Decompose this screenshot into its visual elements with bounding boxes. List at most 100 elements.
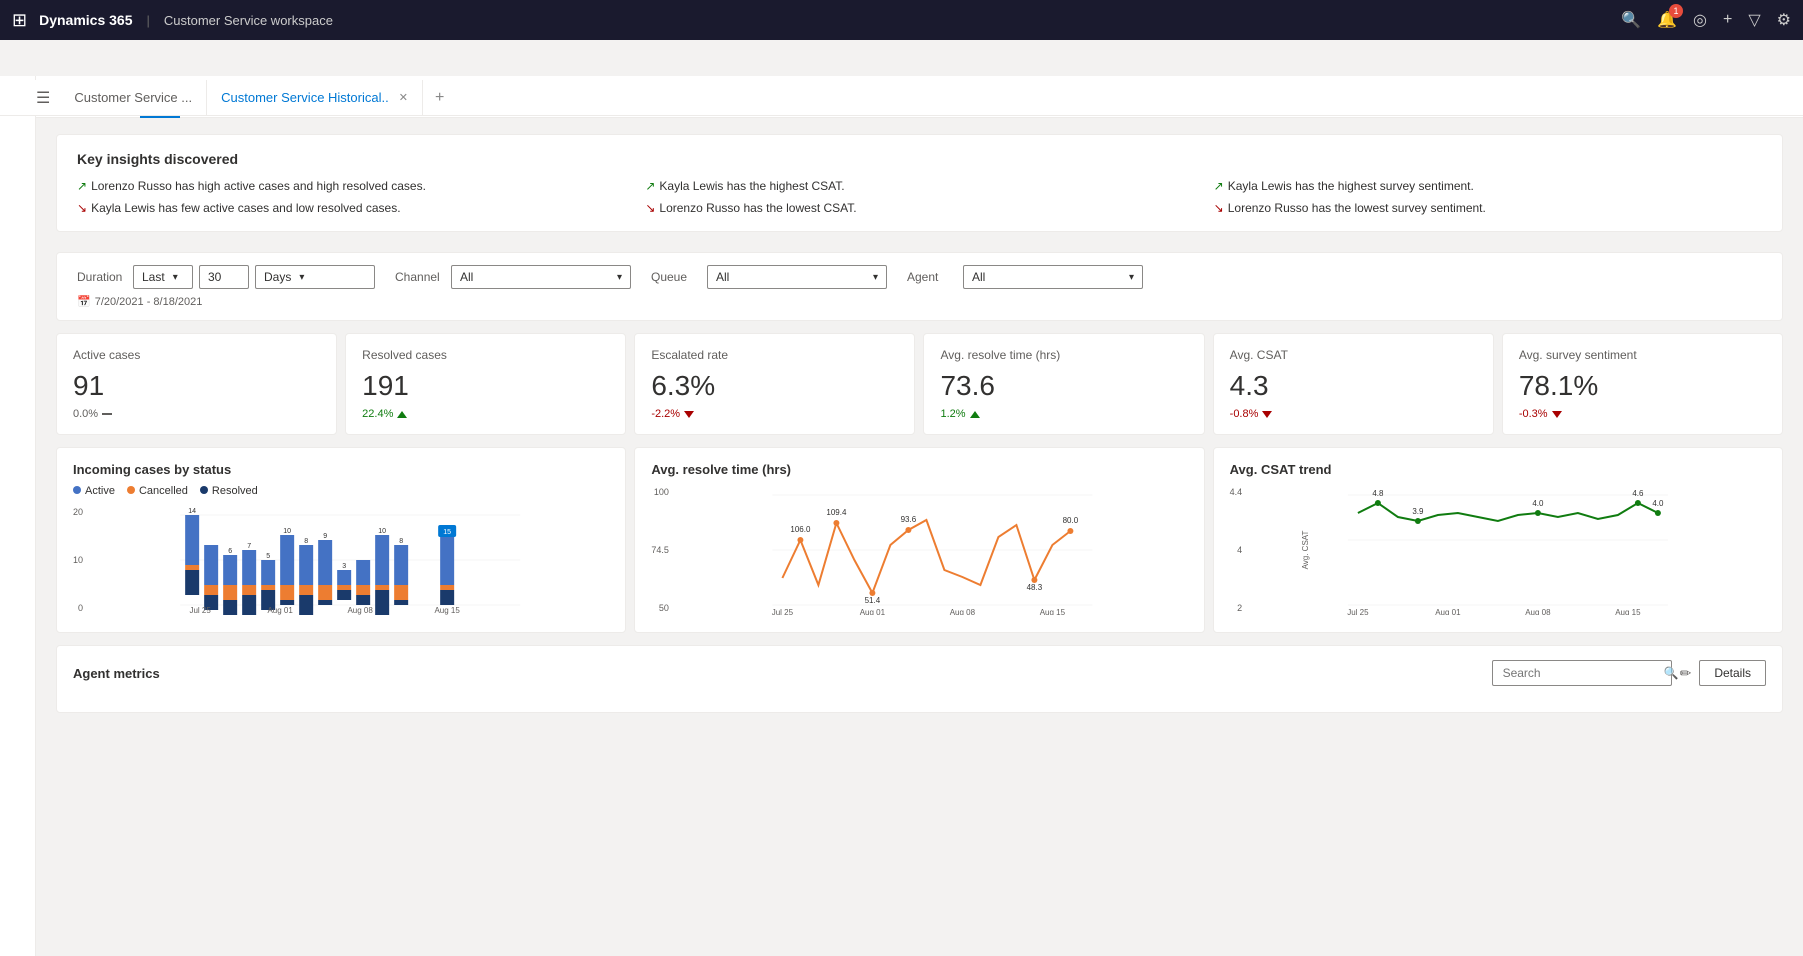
add-icon[interactable]: + — [1723, 11, 1732, 29]
metric-resolved-cases: Resolved cases 191 22.4% — [345, 333, 626, 435]
notification-icon[interactable]: 🔔 — [1657, 10, 1677, 30]
resolve-dot-end — [1067, 528, 1073, 534]
insight-text-2: Kayla Lewis has few active cases and low… — [91, 201, 401, 215]
app-title: Dynamics 365 — [39, 12, 132, 28]
svg-text:93.6: 93.6 — [900, 515, 916, 524]
svg-text:Jul 25: Jul 25 — [772, 608, 794, 615]
legend-dot-active — [73, 486, 81, 494]
svg-text:Aug 08: Aug 08 — [347, 606, 373, 615]
svg-text:7: 7 — [247, 543, 251, 550]
metric-title-2: Escalated rate — [651, 348, 898, 362]
csat-chart-area: 4.4 4 2 — [1230, 485, 1766, 618]
svg-text:4.0: 4.0 — [1533, 499, 1545, 508]
svg-text:5: 5 — [266, 553, 270, 560]
metrics-row: Active cases 91 0.0% Resolved cases 191 … — [56, 333, 1783, 435]
details-button[interactable]: Details — [1699, 660, 1766, 686]
svg-text:106.0: 106.0 — [790, 525, 811, 534]
tab-customer-service[interactable]: Customer Service ... — [60, 80, 207, 116]
change-arrow-down-icon-2 — [684, 411, 694, 418]
queue-filter: Queue All ▾ — [651, 265, 887, 289]
svg-text:14: 14 — [188, 508, 196, 515]
tab-customer-service-historical[interactable]: Customer Service Historical.. ✕ — [207, 80, 423, 116]
svg-text:3.9: 3.9 — [1413, 507, 1425, 516]
svg-text:Aug 01: Aug 01 — [1435, 608, 1461, 615]
agent-label: Agent — [907, 270, 957, 284]
metric-title-5: Avg. survey sentiment — [1519, 348, 1766, 362]
resolve-dot-2 — [905, 527, 911, 533]
metric-change-4: -0.8% — [1230, 408, 1477, 420]
incoming-y-axis: 20 10 0 — [73, 505, 87, 615]
metric-value-1: 191 — [362, 370, 609, 402]
main-content: Summary Agent Topics Last re 4/21/2021 1… — [36, 76, 1803, 956]
metric-title-3: Avg. resolve time (hrs) — [940, 348, 1187, 362]
svg-text:10: 10 — [378, 528, 386, 535]
avg-resolve-chart-area: 100 74.5 50 — [651, 485, 1187, 618]
agent-search-input[interactable] — [1503, 666, 1658, 680]
svg-text:3: 3 — [342, 563, 346, 570]
metric-value-2: 6.3% — [651, 370, 898, 402]
target-icon[interactable]: ◎ — [1693, 10, 1707, 30]
metric-title-4: Avg. CSAT — [1230, 348, 1477, 362]
hamburger-icon[interactable]: ☰ — [36, 88, 50, 108]
svg-text:8: 8 — [304, 538, 308, 545]
agent-metrics-header: Agent metrics 🔍 ✏ Details — [73, 660, 1766, 686]
channel-select[interactable]: All ▾ — [451, 265, 631, 289]
duration-last-select[interactable]: Last ▾ — [133, 265, 193, 289]
tab-close-icon[interactable]: ✕ — [399, 91, 408, 104]
search-icon[interactable]: 🔍 — [1621, 10, 1641, 30]
metric-change-1: 22.4% — [362, 408, 609, 420]
svg-text:48.3: 48.3 — [1026, 583, 1042, 592]
svg-text:Aug 01: Aug 01 — [267, 606, 293, 615]
csat-y-axis: 4.4 4 2 — [1230, 485, 1247, 615]
duration-value-select[interactable]: 30 — [199, 265, 249, 289]
metric-change-3: 1.2% — [940, 408, 1187, 420]
legend-dot-cancelled — [127, 486, 135, 494]
metric-value-3: 73.6 — [940, 370, 1187, 402]
csat-line — [1358, 503, 1658, 521]
agent-select[interactable]: All ▾ — [963, 265, 1143, 289]
queue-label: Queue — [651, 270, 701, 284]
change-dash-icon — [102, 413, 112, 415]
filter-icon[interactable]: ▽ — [1748, 10, 1760, 30]
avg-csat-trend-chart: Avg. CSAT trend 4.4 4 2 — [1213, 447, 1783, 633]
topbar-subtitle: Customer Service workspace — [164, 13, 333, 28]
chevron-down-icon: ▾ — [173, 272, 178, 283]
edit-icon[interactable]: ✏ — [1680, 665, 1692, 682]
tab-add-button[interactable]: + — [423, 89, 456, 107]
svg-text:9: 9 — [323, 533, 327, 540]
agent-search-box[interactable]: 🔍 — [1492, 660, 1672, 686]
insight-item-3: ↗ Kayla Lewis has the highest CSAT. — [645, 179, 1193, 193]
agent-filter: Agent All ▾ — [907, 265, 1143, 289]
metric-value-4: 4.3 — [1230, 370, 1477, 402]
topbar-separator: | — [147, 13, 150, 28]
svg-text:Aug 08: Aug 08 — [1525, 608, 1551, 615]
channel-label: Channel — [395, 270, 445, 284]
metric-active-cases: Active cases 91 0.0% — [56, 333, 337, 435]
apps-menu-icon[interactable]: ⊞ — [12, 10, 27, 31]
insight-up-icon-5: ↗ — [1214, 179, 1224, 193]
insight-down-icon-6: ↘ — [1214, 201, 1224, 215]
queue-select[interactable]: All ▾ — [707, 265, 887, 289]
csat-dot-5 — [1655, 510, 1661, 516]
insight-item-6: ↘ Lorenzo Russo has the lowest survey se… — [1214, 201, 1762, 215]
legend-resolved: Resolved — [200, 485, 258, 497]
duration-unit-select[interactable]: Days ▾ — [255, 265, 375, 289]
legend-cancelled: Cancelled — [127, 485, 188, 497]
sidebar: ⌂ — [0, 76, 36, 956]
incoming-cases-legend: Active Cancelled Resolved — [73, 485, 609, 497]
metric-escalated-rate: Escalated rate 6.3% -2.2% — [634, 333, 915, 435]
csat-dot-3 — [1535, 510, 1541, 516]
date-range: 📅 7/20/2021 - 8/18/2021 — [77, 295, 1762, 308]
metric-value-0: 91 — [73, 370, 320, 402]
incoming-bars-container: 14 6 — [91, 505, 609, 618]
insights-grid: ↗ Lorenzo Russo has high active cases an… — [77, 179, 1762, 215]
chevron-down-icon-channel: ▾ — [617, 272, 622, 283]
incoming-bars-svg: 14 6 — [91, 505, 609, 615]
settings-icon[interactable]: ⚙ — [1777, 10, 1791, 30]
incoming-cases-title: Incoming cases by status — [73, 462, 609, 477]
chevron-down-icon-agent: ▾ — [1129, 272, 1134, 283]
chevron-down-icon-queue: ▾ — [873, 272, 878, 283]
metric-value-5: 78.1% — [1519, 370, 1766, 402]
svg-text:10: 10 — [283, 528, 291, 535]
csat-chart-svg: 4.8 3.9 4.0 4.6 4.0 Jul 25 Aug 01 — [1250, 485, 1766, 615]
